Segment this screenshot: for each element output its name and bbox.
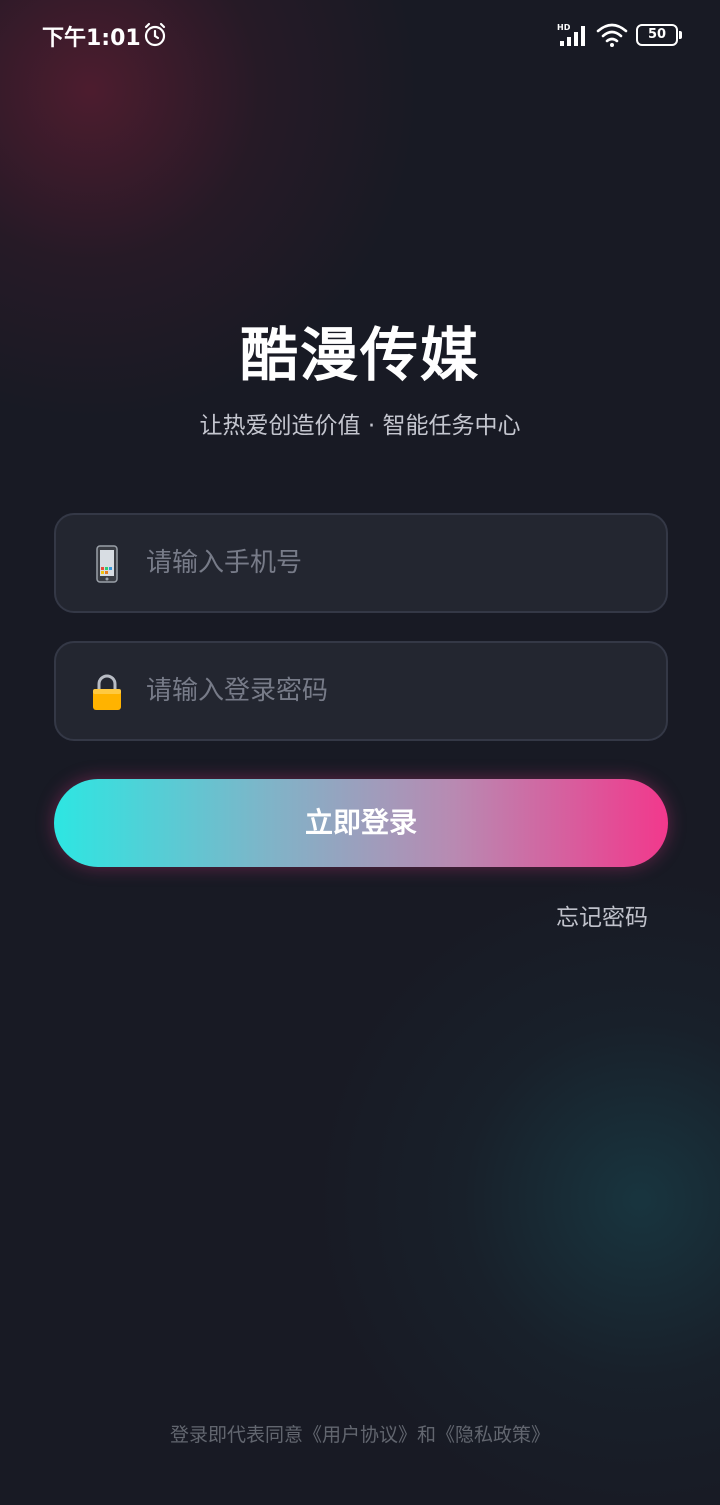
lock-icon [93,674,121,710]
forgot-password-link[interactable]: 忘记密码 [556,898,648,932]
app-title: 酷漫传媒 [239,321,480,389]
status-time: 下午1:01 [42,26,141,51]
wifi-icon [596,23,628,47]
password-input[interactable]: 请输入登录密码 [146,673,328,709]
battery-level: 50 [647,27,667,42]
agreement-text[interactable]: 登录即代表同意《用户协议》和《隐私政策》 [0,1420,720,1447]
login-button[interactable]: 立即登录 [54,779,668,867]
network-label: HD [557,23,571,32]
background [0,0,720,1505]
app-subtitle: 让热爱创造价值 · 智能任务中心 [199,413,521,439]
phone-icon [96,545,118,583]
status-bar: 下午1:01 HD 50 [0,0,720,70]
signal-icon: HD [557,23,585,46]
password-field[interactable]: 请输入登录密码 [54,641,668,741]
alarm-icon [144,22,166,47]
battery-icon: 50 [636,24,682,46]
phone-input[interactable]: 请输入手机号 [146,545,302,581]
phone-field[interactable]: 请输入手机号 [54,513,668,613]
